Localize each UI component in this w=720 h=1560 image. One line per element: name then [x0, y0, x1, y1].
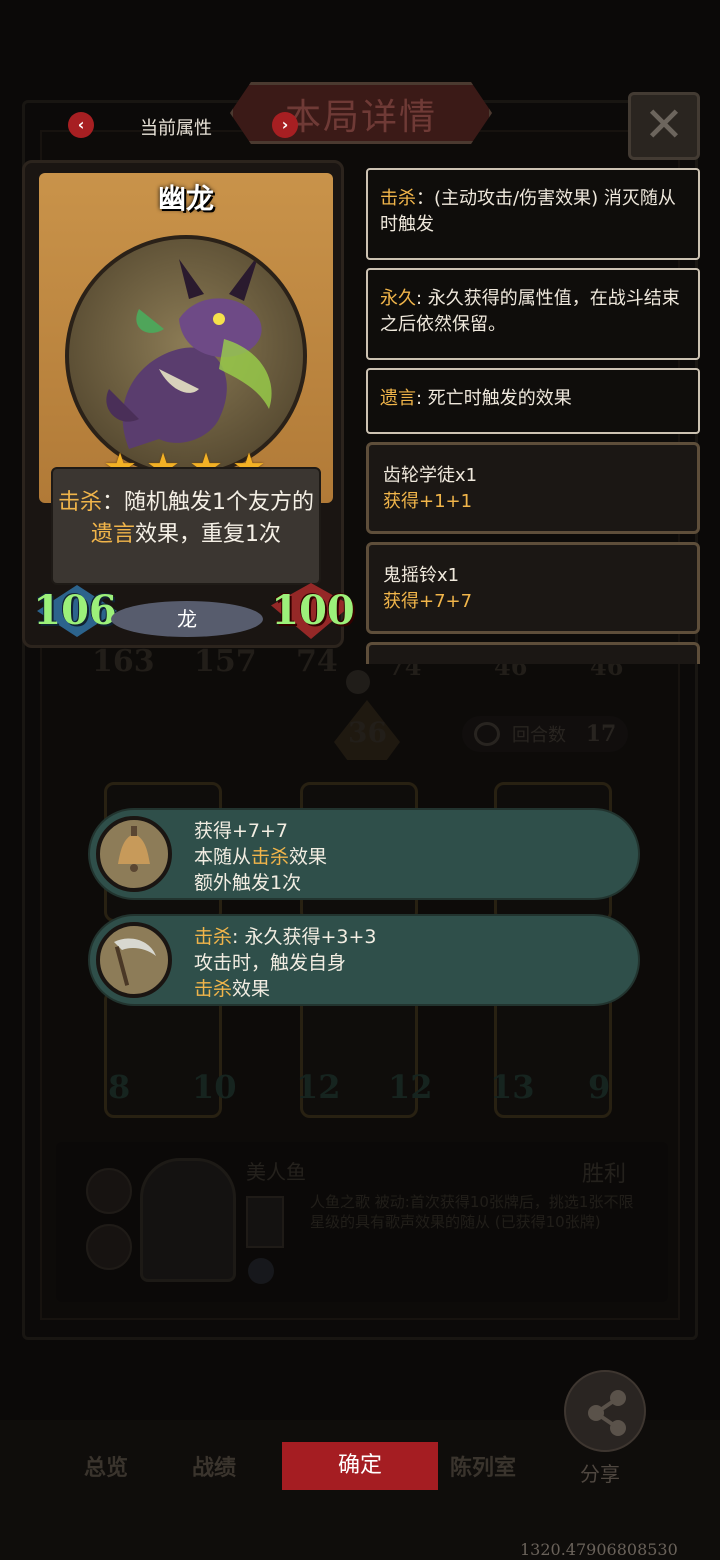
keyword-explanation: : 永久获得的属性值，在战斗结束之后依然保留。 [380, 288, 680, 335]
page-title: 本局详情 [284, 97, 437, 138]
match-result: 胜利 [582, 1162, 627, 1187]
dragon-portrait [65, 235, 307, 477]
tab-overview[interactable]: 总览 [84, 1450, 128, 1482]
opponent-fan-icon [86, 1224, 132, 1270]
buff-item[interactable]: 齿轮学徒x1 获得+1+1 [366, 442, 700, 534]
buff-name: 鬼摇铃x1 [383, 565, 460, 586]
opponent-portrait [140, 1158, 236, 1282]
popup-line: 本随从击杀效果 [194, 844, 327, 870]
bg-stat: 163 [92, 644, 155, 679]
keyword-deathrattle: 遗言 [90, 522, 135, 547]
bg-stat: 157 [194, 644, 257, 679]
card-description: 击杀：随机触发1个友方的遗言效果，重复1次 [55, 487, 317, 551]
keyword-info-deathrattle: 遗言: 死亡时触发的效果 [366, 368, 700, 434]
popup-text: 获得+7+7 本随从击杀效果 额外触发1次 [194, 818, 327, 896]
opponent-relic-icon [86, 1168, 132, 1214]
minion-health: 9 [588, 1068, 611, 1106]
skull-icon [346, 670, 370, 694]
opponent-name: 美人鱼 [246, 1160, 306, 1184]
keyword: 击杀 [380, 188, 416, 209]
keyword-kill: 击杀 [194, 926, 233, 948]
popup-text-part: 本随从 [194, 846, 252, 868]
keyword-explanation: ：(主动攻击/伤害效果) 消灭随从时触发 [380, 188, 676, 235]
minion-health: 10 [192, 1068, 237, 1106]
keyword: 遗言 [380, 388, 416, 409]
popup-line: 额外触发1次 [194, 872, 302, 894]
scythe-icon [96, 922, 172, 998]
popup-text-part: : 永久获得+3+3 [232, 926, 377, 948]
minion-card: 幽龙 ★ ★ ★ ★ 击杀：随机触发1个友方的遗言效果，重复1次 106 龙 1… [22, 160, 355, 648]
tribe-badge: 龙 [111, 601, 263, 637]
skill-name: 人鱼之歌 被动: [310, 1193, 410, 1211]
buff-item[interactable]: 鬼摇铃x1 获得+7+7 [366, 542, 700, 634]
health-value: 100 [271, 587, 355, 634]
keyword-explanation: : 死亡时触发的效果 [416, 388, 572, 409]
round-label: 回合数 [512, 725, 566, 746]
close-button[interactable]: ✕ [628, 92, 700, 160]
desc-text: 效果，重复1次 [135, 522, 281, 547]
share-button[interactable] [564, 1370, 646, 1452]
bell-icon [96, 816, 172, 892]
keyword-kill: 击杀 [57, 490, 102, 515]
skill-description: 人鱼之歌 被动:首次获得10张牌后，挑选1张不限星级的具有歌声效果的随从 (已获… [310, 1192, 636, 1232]
round-arrow-icon [474, 722, 500, 746]
next-arrow-icon[interactable]: › [272, 112, 298, 138]
minion-attack: 13 [490, 1068, 535, 1106]
share-icon [588, 1390, 626, 1436]
coordinate-readout: 1320.47906808530 [520, 1540, 678, 1559]
effect-popup-scythe: 击杀: 永久获得+3+3 攻击时，触发自身 击杀效果 [88, 914, 640, 1006]
share-label[interactable]: 分享 [580, 1458, 620, 1487]
buff-name: 齿轮学徒x1 [383, 465, 478, 486]
dragon-illustration [106, 254, 272, 449]
keyword-info-kill: 击杀：(主动攻击/伤害效果) 消灭随从时触发 [366, 168, 700, 260]
level-value: 36 [348, 716, 387, 749]
buff-effect: 获得+7+7 [383, 591, 473, 612]
buff-effect: 获得+1+1 [383, 491, 473, 512]
minion-attack: 8 [108, 1068, 131, 1106]
popup-line: 攻击时，触发自身 [194, 952, 347, 974]
attribute-label: 当前属性 [140, 118, 212, 139]
bg-stat: 74 [296, 644, 338, 679]
prev-arrow-icon[interactable]: ‹ [68, 112, 94, 138]
popup-line: 击杀: 永久获得+3+3 [194, 924, 376, 950]
card-name: 幽龙 [157, 182, 214, 215]
popup-text-part: 效果 [232, 978, 271, 1000]
attack-value: 106 [33, 587, 117, 634]
keyword: 永久 [380, 288, 416, 309]
close-icon: ✕ [643, 97, 685, 153]
skill-small-icon [248, 1258, 274, 1284]
popup-text: 击杀: 永久获得+3+3 攻击时，触发自身 击杀效果 [194, 924, 376, 1002]
keyword-kill: 击杀 [251, 846, 290, 868]
keyword-kill: 击杀 [194, 978, 233, 1000]
tab-record[interactable]: 战绩 [192, 1450, 236, 1482]
tab-showroom[interactable]: 陈列室 [450, 1450, 516, 1482]
popup-line: 获得+7+7 [194, 820, 289, 842]
minion-health: 12 [388, 1068, 433, 1106]
confirm-button[interactable]: 确定 [282, 1442, 438, 1490]
effect-popup-bell: 获得+7+7 本随从击杀效果 额外触发1次 [88, 808, 640, 900]
buff-item-partial[interactable] [366, 642, 700, 664]
popup-text-part: 效果 [289, 846, 328, 868]
minion-attack: 12 [296, 1068, 341, 1106]
round-value: 17 [585, 721, 617, 747]
skill-icon [246, 1196, 284, 1248]
desc-text: ：随机触发1个友方的 [102, 490, 314, 515]
keyword-info-permanent: 永久: 永久获得的属性值，在战斗结束之后依然保留。 [366, 268, 700, 360]
popup-line: 击杀效果 [194, 976, 376, 1002]
